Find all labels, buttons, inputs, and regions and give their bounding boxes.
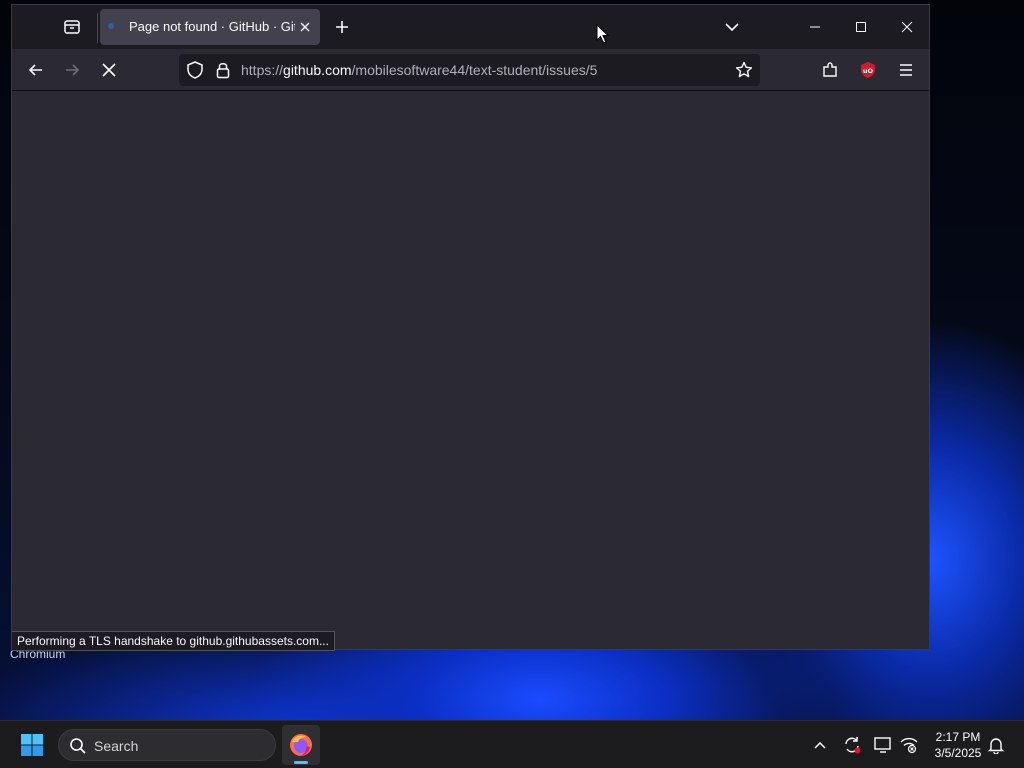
app-menu-button[interactable] xyxy=(891,55,921,85)
url-path: /mobilesoftware44/text-student/issues/5 xyxy=(351,62,598,78)
plus-icon xyxy=(336,21,348,33)
back-icon xyxy=(28,64,42,76)
network-icon xyxy=(900,737,918,754)
lock-icon xyxy=(216,63,230,79)
clock-date: 3/5/2025 xyxy=(934,746,982,760)
forward-button[interactable] xyxy=(57,55,87,85)
url-host: github.com xyxy=(283,62,352,78)
tab-title: Page not found · GitHub · GitHub xyxy=(129,19,295,34)
tab-list-button[interactable] xyxy=(56,13,88,41)
tracking-protection-button[interactable] xyxy=(185,60,205,80)
show-hidden-icons-button[interactable] xyxy=(808,733,832,757)
new-tab-button[interactable] xyxy=(328,13,356,41)
status-panel: Performing a TLS handshake to github.git… xyxy=(12,631,335,651)
menu-icon xyxy=(900,64,912,76)
notifications-button[interactable] xyxy=(984,733,1008,757)
stop-button[interactable] xyxy=(94,55,124,85)
url-bar[interactable]: https://github.com/mobilesoftware44/text… xyxy=(179,54,760,86)
stop-icon xyxy=(102,63,116,77)
search-icon xyxy=(70,738,86,754)
minimize-icon xyxy=(810,26,820,28)
tray-network-button[interactable] xyxy=(897,733,921,757)
firefox-icon xyxy=(290,734,312,756)
minimize-button[interactable] xyxy=(792,9,838,45)
tab-separator xyxy=(97,13,98,43)
search-label: Search xyxy=(94,738,139,754)
list-all-tabs-button[interactable] xyxy=(718,13,746,41)
tray-display-button[interactable] xyxy=(871,733,895,757)
chevron-up-icon xyxy=(814,741,826,749)
extensions-button[interactable] xyxy=(815,55,845,85)
url-text[interactable]: https://github.com/mobilesoftware44/text… xyxy=(241,62,597,78)
taskbar-search[interactable]: Search xyxy=(58,729,276,761)
tray-sync-button[interactable] xyxy=(840,733,864,757)
close-window-button[interactable] xyxy=(884,9,930,45)
ublock-origin-button[interactable]: uO xyxy=(853,55,883,85)
page-content xyxy=(12,92,929,649)
running-indicator xyxy=(294,761,308,764)
close-icon xyxy=(901,21,913,33)
maximize-icon xyxy=(856,22,866,32)
clock-time: 2:17 PM xyxy=(935,730,981,744)
ublock-icon: uO xyxy=(861,62,875,78)
taskbar: Search 2:17 PM 3/5/2025 xyxy=(0,720,1024,768)
taskbar-firefox[interactable] xyxy=(282,725,320,765)
windows-start-icon xyxy=(21,734,43,756)
mouse-cursor-icon xyxy=(596,24,610,44)
maximize-button[interactable] xyxy=(838,9,884,45)
tab-close-button[interactable] xyxy=(296,18,314,36)
tab-active[interactable]: Page not found · GitHub · GitHub xyxy=(100,9,320,45)
taskbar-clock[interactable]: 2:17 PM 3/5/2025 xyxy=(928,729,988,761)
sync-icon xyxy=(845,737,861,754)
chevron-down-icon xyxy=(725,23,739,32)
extensions-icon xyxy=(823,62,837,77)
forward-icon xyxy=(66,64,80,76)
shield-icon xyxy=(187,61,203,79)
close-icon xyxy=(300,22,310,32)
tab-favicon-icon xyxy=(108,23,114,29)
start-button[interactable] xyxy=(14,729,50,761)
tab-bar: Page not found · GitHub · GitHub xyxy=(12,5,929,49)
site-info-button[interactable] xyxy=(213,60,233,80)
navigation-toolbar: https://github.com/mobilesoftware44/text… xyxy=(12,49,929,91)
url-scheme: https:// xyxy=(241,62,284,78)
bell-icon xyxy=(987,738,1005,754)
star-icon xyxy=(735,61,753,78)
bookmark-button[interactable] xyxy=(734,60,754,80)
back-button[interactable] xyxy=(21,55,51,85)
browser-window: Page not found · GitHub · GitHub xyxy=(11,4,930,651)
display-icon xyxy=(874,737,891,753)
tab-list-icon xyxy=(64,20,80,34)
svg-text:uO: uO xyxy=(863,67,874,75)
